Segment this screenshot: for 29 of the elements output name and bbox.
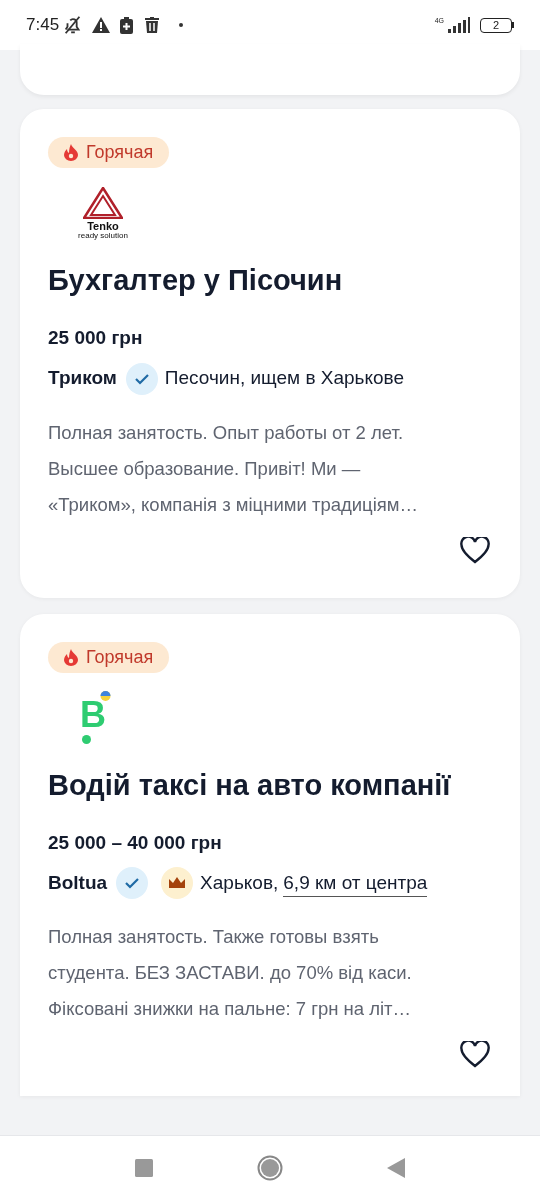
heart-icon[interactable] — [460, 1041, 490, 1068]
job-title[interactable]: Водій таксі на авто компанії — [48, 764, 492, 805]
company-logo: B — [74, 691, 118, 744]
trash-icon — [145, 17, 160, 33]
fire-icon — [64, 648, 78, 666]
hot-badge: Горячая — [48, 137, 170, 168]
job-card[interactable] — [20, 613, 520, 1096]
home-button[interactable] — [257, 1155, 283, 1181]
salary: 25 000 – 40 000 грн — [48, 830, 223, 855]
fire-icon — [64, 144, 78, 161]
warning-icon — [92, 17, 111, 33]
clock: 7:45 — [26, 14, 60, 37]
battery-plus-icon — [120, 16, 134, 34]
job-card[interactable] — [20, 109, 520, 598]
location: Харьков, — [200, 870, 279, 895]
heart-icon[interactable] — [460, 536, 490, 564]
back-button[interactable] — [387, 1158, 405, 1178]
signal-icon — [448, 17, 470, 33]
job-description: Полная занятость. Также готовы взять студента. БЕЗ ЗАСТАВИ. до 70% від каси. Фіксовані знижки на пальне: 7 грн на літ… — [48, 925, 413, 1021]
job-description: Полная занятость. Опыт работы от 2 лет. Высшее образование. Привіт! Ми — «Триком», компанія з міцними традиціям… — [48, 420, 420, 517]
hot-badge: Горячая — [48, 641, 170, 673]
company-logo: Tenko ready solution — [74, 186, 132, 240]
location: Песочин, ищем в Харькове — [164, 366, 405, 391]
company-name: Boltua — [48, 870, 108, 895]
distance-link[interactable]: 6,9 км от центра — [283, 869, 428, 897]
battery-icon: 2 — [480, 17, 514, 33]
salary: 25 000 грн — [48, 326, 144, 350]
job-title[interactable]: Бухгалтер у Пісочин — [48, 260, 492, 300]
company-name: Триком — [48, 366, 117, 391]
